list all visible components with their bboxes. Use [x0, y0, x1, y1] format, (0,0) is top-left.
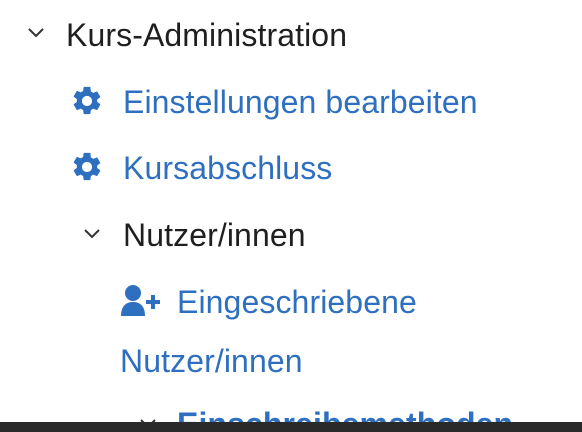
enrolled-users-link-line1[interactable]: Eingeschriebene	[177, 282, 417, 322]
course-admin-title[interactable]: Kurs-Administration	[66, 15, 347, 55]
edit-settings-link[interactable]: Einstellungen bearbeiten	[123, 82, 478, 122]
gear-icon	[70, 84, 104, 118]
chevron-down-icon[interactable]	[26, 26, 46, 40]
enrolled-users-link-line2[interactable]: Nutzer/innen	[120, 341, 303, 381]
user-plus-icon	[121, 284, 161, 318]
navigation-tree: Kurs-Administration Einstellungen bearbe…	[0, 0, 582, 432]
users-section-title[interactable]: Nutzer/innen	[123, 215, 306, 255]
gear-icon	[70, 150, 104, 184]
course-completion-link[interactable]: Kursabschluss	[123, 148, 332, 188]
chevron-down-icon[interactable]	[82, 227, 102, 241]
frame-bottom-edge	[0, 422, 582, 432]
